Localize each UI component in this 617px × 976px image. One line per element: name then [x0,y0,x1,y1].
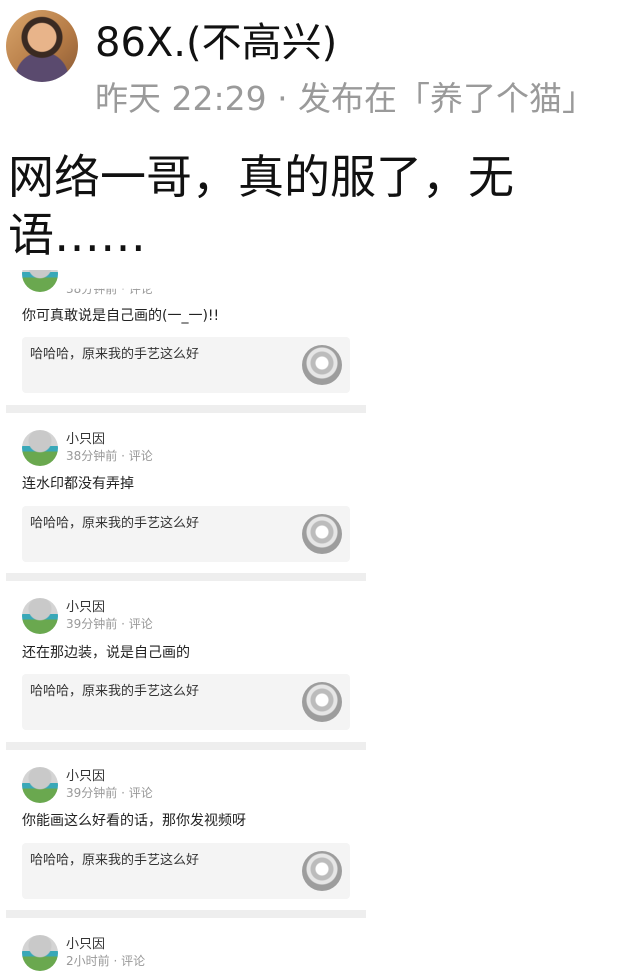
post-header: 86X.(不高兴) 昨天 22:29 · 发布在「养了个猫」 [0,0,617,130]
reply-thumbnail [302,345,342,385]
author-avatar[interactable] [6,10,78,82]
embedded-comment-screenshot: 38分钟前 · 评论 你可真敢说是自己画的(一_一)!! 哈哈哈，原来我的手艺这… [6,270,366,976]
comment-time: 38分钟前 [66,282,118,296]
reply-text: 哈哈哈，原来我的手艺这么好 [30,347,200,362]
reply-text: 哈哈哈，原来我的手艺这么好 [30,684,200,699]
comment-meta: 39分钟前 · 评论 [66,786,153,801]
divider [6,910,366,918]
author-name[interactable]: 86X.(不高兴) [95,18,337,68]
post-meta: 昨天 22:29 · 发布在「养了个猫」 [95,79,596,118]
reply-thumbnail [302,682,342,722]
comment-action: 评论 [128,282,153,296]
commenter-name[interactable]: 小只因 [66,769,105,785]
comment-time: 39分钟前 [66,617,118,631]
comment-action: 评论 [128,786,153,800]
comment-time: 39分钟前 [66,786,118,800]
commenter-avatar [22,598,58,634]
comment-meta: 39分钟前 · 评论 [66,617,153,632]
meta-separator: · [117,449,129,463]
divider [6,573,366,581]
comment-text: 还在那边装，说是自己画的 [22,645,190,661]
reply-card[interactable]: 哈哈哈，原来我的手艺这么好 [22,337,350,393]
commenter-name[interactable]: 小只因 [66,937,105,953]
reply-card[interactable]: 哈哈哈，原来我的手艺这么好 [22,843,350,899]
commenter-name[interactable]: 小只因 [66,432,105,448]
comment-action: 评论 [128,617,153,631]
commenter-avatar [22,935,58,971]
comment-meta: 38分钟前 · 评论 [66,449,153,464]
divider [6,405,366,413]
commenter-name[interactable]: 小只因 [66,600,105,616]
divider [6,742,366,750]
meta-separator: · [117,786,129,800]
meta-separator: · [117,282,129,296]
commenter-avatar [22,270,58,292]
comment-meta: 2小时前 · 评论 [66,954,145,969]
comment-text: 连水印都没有弄掉 [22,476,134,492]
comment-text: 你能画这么好看的话，那你发视频呀 [22,813,246,829]
commenter-avatar [22,430,58,466]
reply-thumbnail [302,851,342,891]
reply-text: 哈哈哈，原来我的手艺这么好 [30,853,200,868]
meta-separator: · [109,954,122,968]
comment-meta: 38分钟前 · 评论 [66,282,153,297]
meta-separator: · [117,617,129,631]
reply-thumbnail [302,514,342,554]
post-title: 网络一哥，真的服了，无语…… [8,150,514,262]
comment-action: 评论 [128,449,153,463]
comment-time: 2小时前 [66,954,110,968]
reply-card[interactable]: 哈哈哈，原来我的手艺这么好 [22,674,350,730]
comment-time: 38分钟前 [66,449,118,463]
comment-text: 你可真敢说是自己画的(一_一)!! [22,308,220,324]
commenter-avatar [22,767,58,803]
comment-action: 评论 [121,954,146,968]
reply-card[interactable]: 哈哈哈，原来我的手艺这么好 [22,506,350,562]
reply-text: 哈哈哈，原来我的手艺这么好 [30,516,200,531]
